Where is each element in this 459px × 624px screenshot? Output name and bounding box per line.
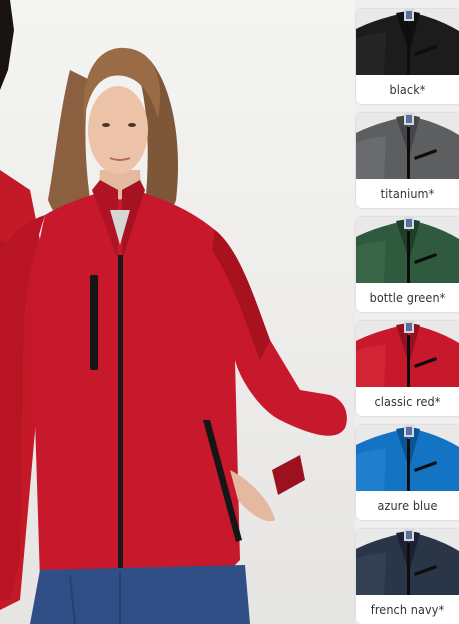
color-swatch-azure-blue[interactable]: azure blue [356,425,459,520]
swatch-label: bottle green* [369,290,446,305]
color-swatch-classic-red[interactable]: classic red* [356,321,459,416]
woman-in-red-jacket-illustration [0,0,347,624]
product-photo [0,0,355,624]
color-swatch-bottle-green[interactable]: bottle green* [356,217,459,312]
swatch-label: black* [389,82,426,97]
swatch-label: classic red* [374,394,441,409]
swatch-label: titanium* [380,186,435,201]
jacket-thumbnail-icon [356,217,459,283]
jacket-thumbnail-icon [356,113,459,179]
color-swatch-list: black* titanium* bottle green* classic red*… [356,9,459,624]
jacket-thumbnail-icon [356,321,459,387]
jacket-thumbnail-icon [356,9,459,75]
swatch-label: french navy* [370,602,445,617]
swatch-label: azure blue [377,498,438,513]
jacket-thumbnail-icon [356,529,459,595]
color-swatch-french-navy[interactable]: french navy* [356,529,459,624]
color-swatch-titanium[interactable]: titanium* [356,113,459,208]
color-swatch-black[interactable]: black* [356,9,459,104]
jacket-thumbnail-icon [356,425,459,491]
